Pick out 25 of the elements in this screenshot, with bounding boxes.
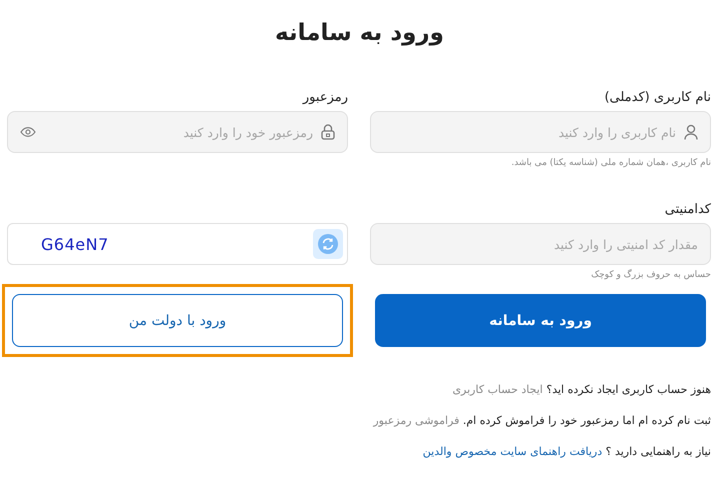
captcha-field[interactable]: مقدار کد امنیتی را وارد کنید: [370, 223, 711, 265]
text-input[interactable]: نام کاربری را وارد کنید: [383, 124, 676, 140]
login-button[interactable]: ورود به سامانه: [375, 294, 706, 347]
field-hint: حساس به حروف بزرگ و کوچک: [590, 270, 711, 280]
captcha-code: G64eN7: [41, 234, 109, 254]
field-label: نام کاربری (کدملی): [603, 89, 711, 107]
help-link[interactable]: ایجاد حساب کاربری: [452, 383, 543, 396]
password-field[interactable]: رمزعبور خود را وارد کنید: [7, 111, 348, 153]
help-text: ثبت نام کرده ام اما رمزعبور خود را فراموش کرده ام. فراموشی رمزعبور: [372, 413, 711, 429]
government-login-button[interactable]: ورود با دولت من: [12, 294, 343, 347]
text-input[interactable]: مقدار کد امنیتی را وارد کنید: [383, 236, 698, 252]
text-input[interactable]: رمزعبور خود را وارد کنید: [44, 124, 313, 140]
username-field[interactable]: نام کاربری را وارد کنید: [370, 111, 711, 153]
help-link[interactable]: فراموشی رمزعبور: [373, 414, 460, 427]
lock-icon: [321, 124, 335, 140]
user-icon: [684, 124, 698, 140]
field-hint: نام کاربری ،همان شماره ملی (شناسه یکتا) می باشد.: [510, 158, 711, 168]
refresh-button[interactable]: [313, 229, 343, 259]
field-label: کدامنیتی: [664, 201, 711, 219]
help-link[interactable]: دریافت راهنمای سایت مخصوص والدین: [422, 445, 602, 458]
eye-icon[interactable]: [20, 127, 36, 137]
help-text: نیاز به راهنمایی دارید ؟ دریافت راهنمای سایت مخصوص والدین: [422, 444, 711, 460]
field-label: رمزعبور: [301, 89, 348, 107]
help-text: هنوز حساب کاربری ایجاد نکرده اید؟ ایجاد حساب کاربری: [451, 382, 711, 398]
page-title: ورود به سامانه: [274, 19, 445, 48]
